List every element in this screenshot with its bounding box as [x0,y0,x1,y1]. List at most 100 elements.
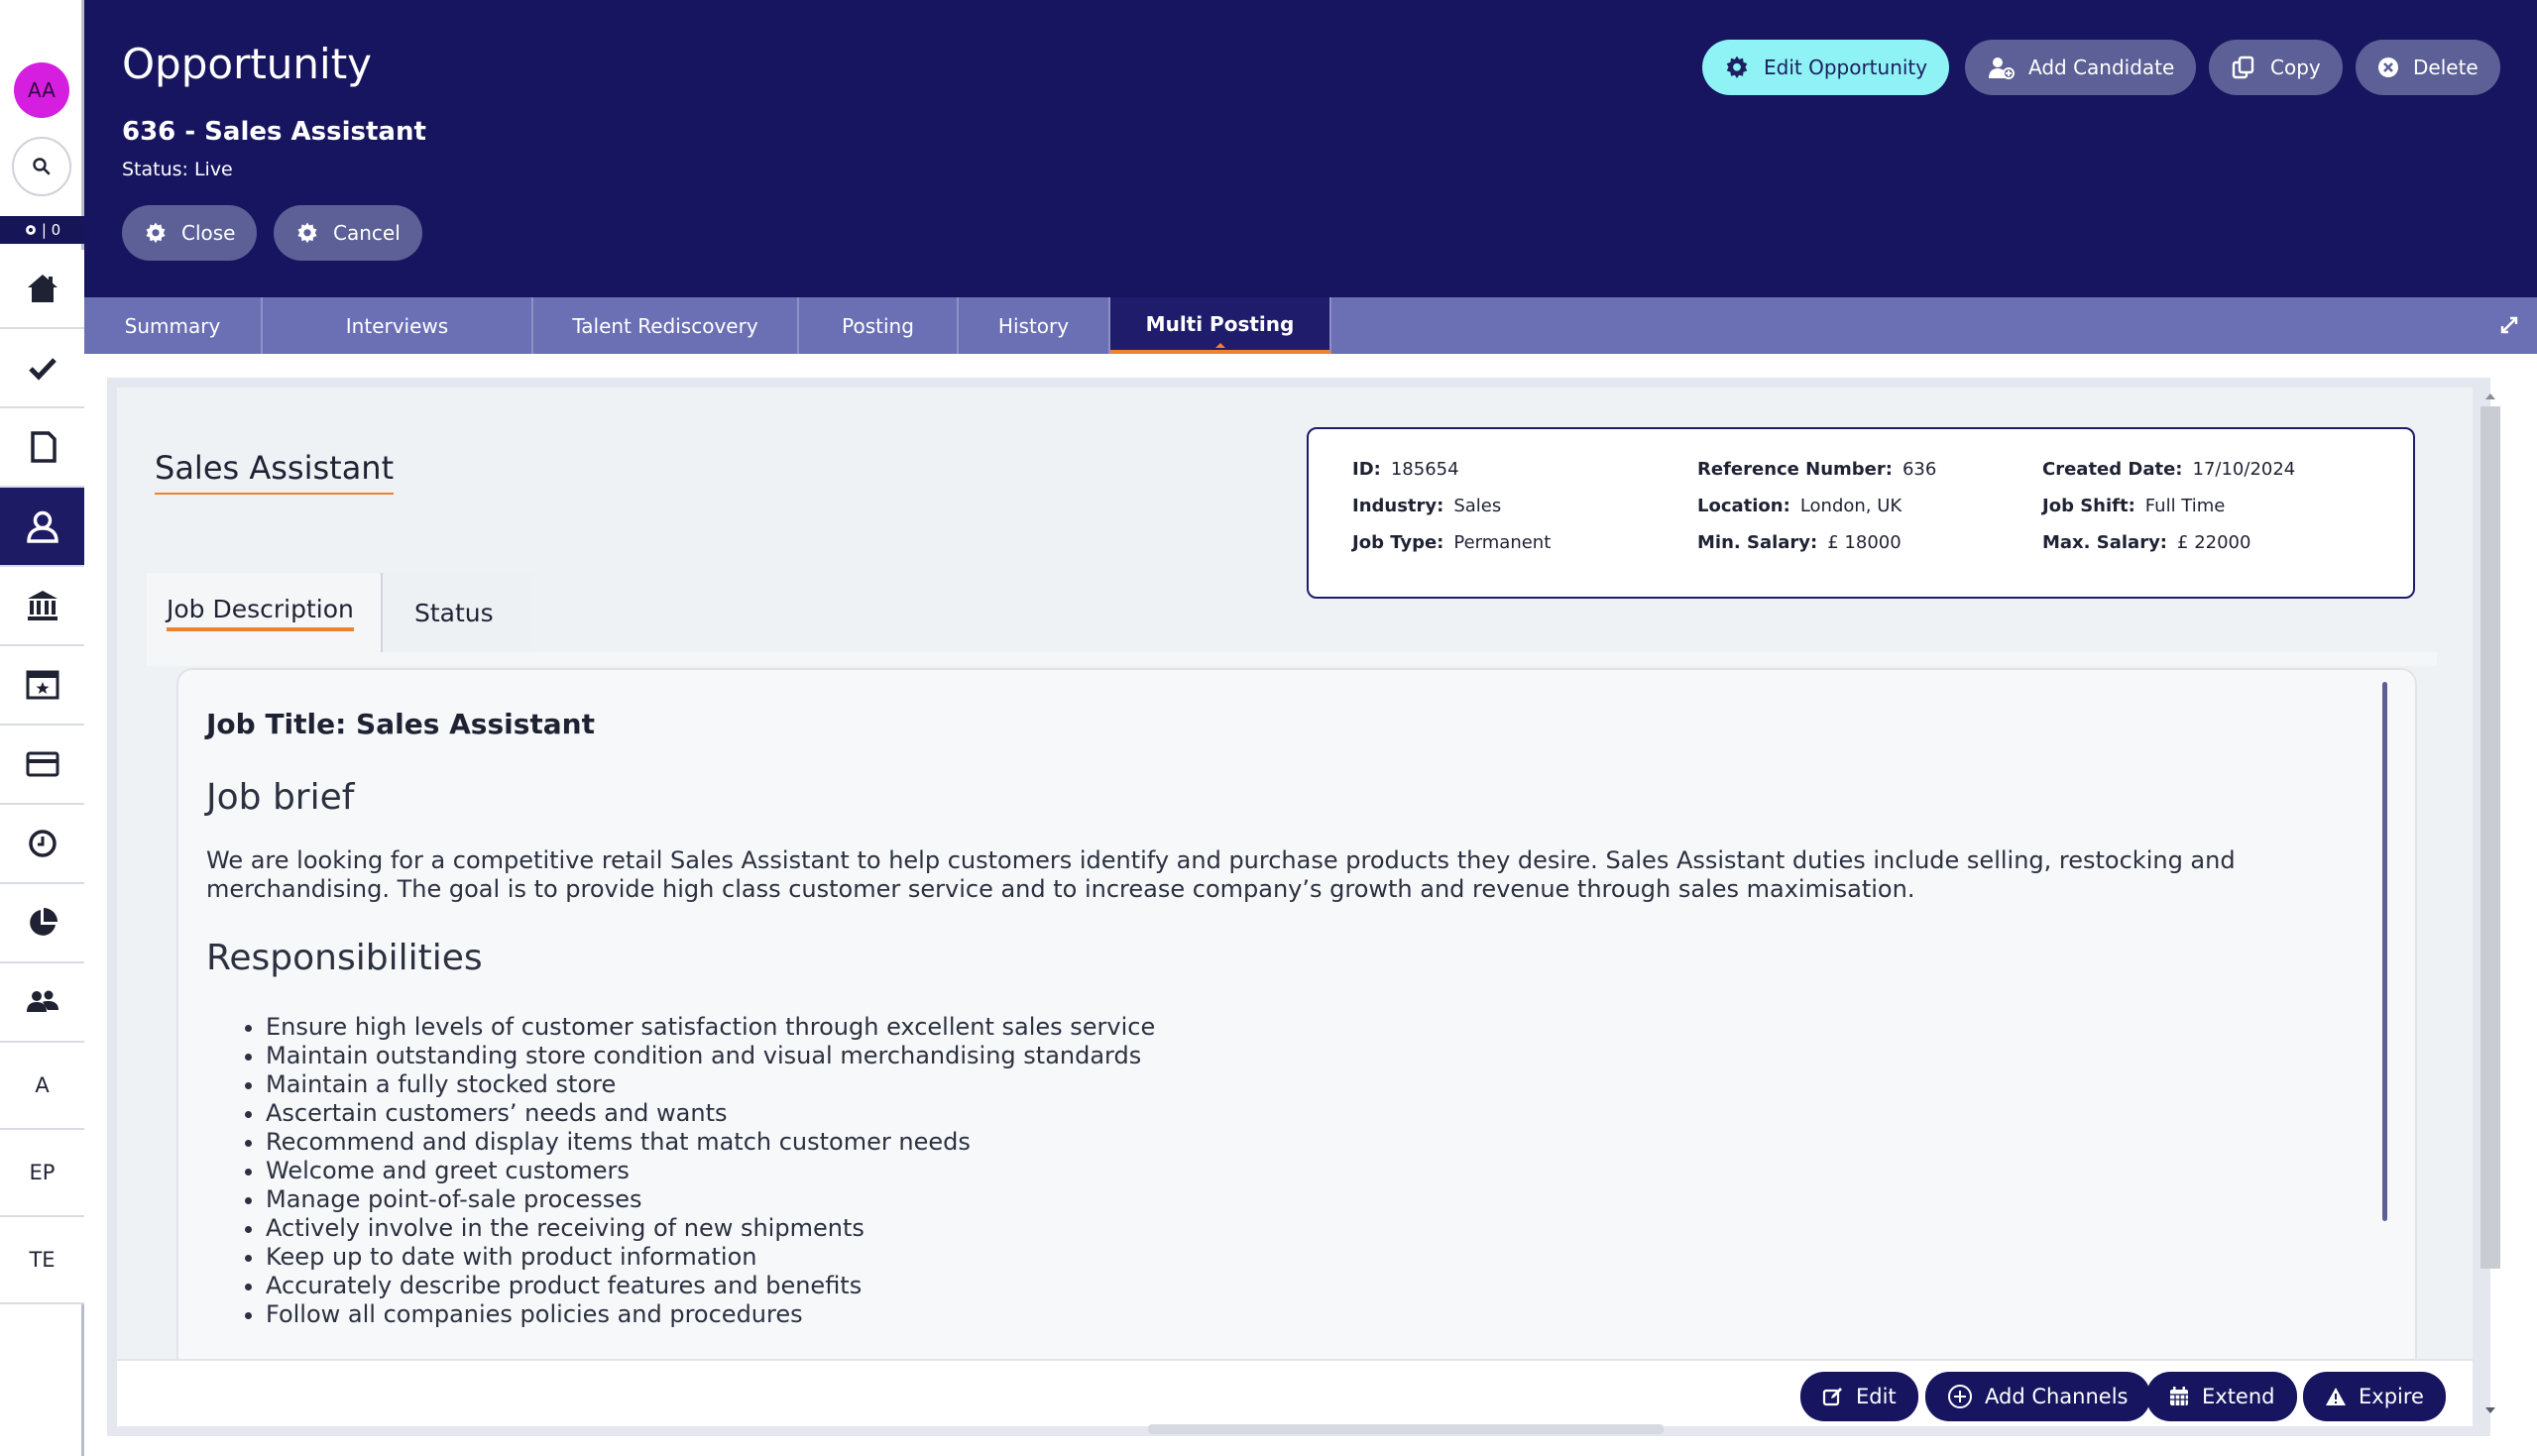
info-min-salary: Min. Salary: £ 18000 [1697,532,1902,553]
list-item: Ensure high levels of customer satisfact… [266,1013,1155,1042]
info-created-date: Created Date: 17/10/2024 [2042,459,2296,480]
add-channels-button[interactable]: Add Channels [1925,1372,2150,1421]
list-item: Keep up to date with product information [266,1243,1155,1272]
sidebar-item-contacts[interactable] [0,963,84,1043]
add-candidate-button[interactable]: Add Candidate [1965,40,2197,95]
bank-icon [27,591,58,620]
copy-button[interactable]: Copy [2209,40,2343,95]
record-status: Status: Live [122,159,233,180]
scroll-up-arrow[interactable] [2485,393,2495,399]
cancel-button[interactable]: Cancel [274,205,422,261]
list-item: Manage point-of-sale processes [266,1185,1155,1214]
sidebar-item-reports[interactable] [0,884,84,963]
sidebar-item-tasks[interactable] [0,329,84,408]
tab-interviews[interactable]: Interviews [263,297,533,354]
list-item: Ascertain customers’ needs and wants [266,1099,1155,1128]
sidebar-item-label: TE [29,1248,56,1272]
job-brief-text: We are looking for a competitive retail … [206,846,2236,903]
edit-button[interactable]: Edit [1800,1372,1918,1421]
subtab-job-description[interactable]: Job Description [147,573,383,652]
subtab-panel-strip [147,652,2437,666]
info-card: ID: 185654 Reference Number: 636 Created D… [1307,427,2415,599]
detail-title: Sales Assistant [155,449,395,495]
sidebar-item-documents[interactable] [0,408,84,488]
tab-history[interactable]: History [959,297,1110,354]
panel-scrollbar[interactable] [2382,682,2387,1221]
info-reference-number: Reference Number: 636 [1697,459,1937,480]
list-item: Accurately describe product features and… [266,1272,1155,1300]
content-area: Sales Assistant ID: 185654 Reference Numb… [107,378,2490,1436]
info-max-salary: Max. Salary: £ 22000 [2042,532,2251,553]
sidebar: AA | 0 A EP TE [0,0,84,1456]
sidebar-item-label: EP [29,1161,56,1184]
info-job-shift: Job Shift: Full Time [2042,496,2226,516]
gear-icon [297,222,317,244]
info-industry: Industry: Sales [1352,496,1502,516]
close-circle-icon [2378,57,2398,77]
status-value: Live [193,159,233,180]
subtab-status[interactable]: Status [385,573,533,652]
document-icon [30,431,57,463]
tab-posting[interactable]: Posting [799,297,959,354]
avatar[interactable]: AA [14,62,69,118]
tab-talent-rediscovery[interactable]: Talent Rediscovery [533,297,799,354]
record-title: 636 - Sales Assistant [122,117,426,147]
list-item: Recommend and display items that match c… [266,1128,1155,1157]
calendar-icon [26,670,58,700]
list-item: Welcome and greet customers [266,1157,1155,1185]
info-id: ID: 185654 [1352,459,1459,480]
people-icon [26,990,58,1012]
extend-button[interactable]: Extend [2146,1372,2297,1421]
info-location: Location: London, UK [1697,496,1903,516]
edit-opportunity-button[interactable]: Edit Opportunity [1702,40,1950,95]
responsibilities-heading: Responsibilities [206,938,483,978]
warning-icon [2326,1388,2346,1405]
list-item: Maintain outstanding store condition and… [266,1042,1155,1070]
list-item: Maintain a fully stocked store [266,1070,1155,1099]
person-icon [26,510,58,543]
tab-multi-posting[interactable]: Multi Posting [1110,297,1331,354]
active-tab-caret [1214,343,1225,348]
opportunity-detail: Sales Assistant ID: 185654 Reference Numb… [117,388,2473,1426]
action-bar: Edit Add Channels Extend Expire [117,1359,2473,1426]
horizontal-scrollbar[interactable] [1148,1424,1664,1434]
sidebar-item-timesheets[interactable] [0,805,84,884]
home-icon [27,275,58,302]
info-job-type: Job Type: Permanent [1352,532,1552,553]
sidebar-item-cards[interactable] [0,726,84,805]
close-button[interactable]: Close [122,205,258,261]
edit-icon [1822,1388,1842,1406]
sidebar-item-calendar[interactable] [0,646,84,726]
expire-button[interactable]: Expire [2303,1372,2446,1421]
sidebar-item-label: A [35,1073,50,1097]
add-user-icon [1989,57,2015,79]
sidebar-item-home[interactable] [0,250,84,329]
search-button[interactable] [12,137,71,196]
clock-icon [28,830,57,857]
scroll-down-arrow[interactable] [2485,1407,2495,1413]
calendar-icon [2170,1387,2188,1405]
expand-icon[interactable] [2499,315,2519,335]
list-item: Follow all companies policies and proced… [266,1300,1155,1329]
sidebar-item-a[interactable]: A [0,1043,84,1130]
sidebar-item-ep[interactable]: EP [0,1130,84,1217]
check-icon [28,358,57,381]
gear-icon [25,225,36,235]
sidebar-item-companies[interactable] [0,567,84,646]
page-header: Opportunity 636 - Sales Assistant Status… [84,0,2537,297]
add-circle-icon [1948,1385,1972,1408]
delete-button[interactable]: Delete [2356,40,2500,95]
copy-icon [2232,56,2254,79]
job-description-panel: Job Title: Sales Assistant Job brief We … [176,668,2417,1382]
sidebar-item-candidates[interactable] [0,488,84,567]
tab-summary[interactable]: Summary [84,297,263,354]
tab-bar: Summary Interviews Talent Rediscovery Po… [84,297,2537,354]
page-scrollbar[interactable] [2480,406,2500,1269]
gear-icon [146,222,166,244]
sidebar-item-te[interactable]: TE [0,1217,84,1304]
pie-chart-icon [29,908,58,936]
list-item: Actively involve in the receiving of new… [266,1214,1155,1243]
job-title: Job Title: Sales Assistant [206,708,595,740]
card-icon [26,751,58,777]
sidebar-status-bar[interactable]: | 0 [0,216,84,244]
